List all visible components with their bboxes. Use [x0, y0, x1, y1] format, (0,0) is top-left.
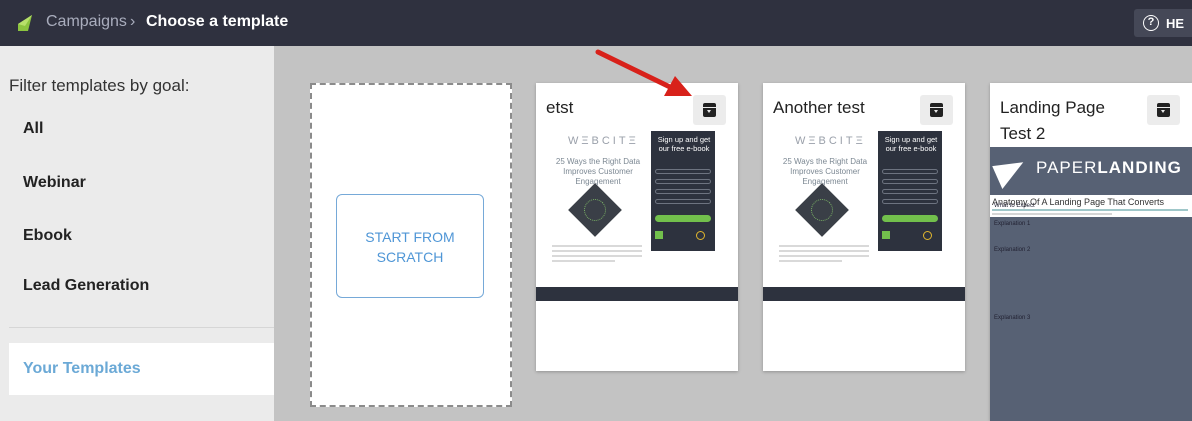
thumbnail-headline: 25 Ways the Right Data Improves Customer…	[782, 157, 868, 186]
archive-button[interactable]	[920, 95, 953, 125]
template-card-another-test[interactable]: Another test WΞBCITΞ 25 Ways the Right D…	[763, 83, 965, 371]
thumbnail-body: What to Expect Explanation 1 Explanation…	[990, 203, 1192, 421]
thumbnail-footer	[536, 287, 738, 301]
your-templates-label: Your Templates	[23, 360, 141, 377]
thumbnail-section-label: What to Expect	[994, 203, 1035, 209]
archive-button[interactable]	[1147, 95, 1180, 125]
archive-icon	[930, 103, 943, 117]
thumbnail-footer	[763, 287, 965, 301]
thumbnail-headline: 25 Ways the Right Data Improves Customer…	[555, 157, 641, 186]
thumbnail-banner: PAPERLANDING	[990, 147, 1192, 195]
thumbnail-rule	[992, 213, 1112, 215]
ebook-cover-image	[568, 183, 622, 237]
thumbnail-explanation-label: Explanation 3	[994, 315, 1031, 321]
ebook-cover-image	[795, 183, 849, 237]
signup-field	[882, 199, 938, 204]
signup-submit	[882, 215, 938, 222]
signup-field	[655, 199, 711, 204]
filter-title: Filter templates by goal:	[9, 76, 190, 95]
signup-field	[655, 189, 711, 194]
start-from-scratch-button[interactable]: START FROM SCRATCH	[336, 194, 484, 298]
signup-field	[882, 169, 938, 174]
signup-field	[655, 169, 711, 174]
thumbnail-explanation-label: Explanation 1	[994, 221, 1031, 227]
thumbnail-explanation-label: Explanation 2	[994, 247, 1031, 253]
goal-filter-lead-generation[interactable]: Lead Generation	[23, 277, 149, 295]
paper-plane-icon	[992, 153, 1030, 190]
signup-field	[882, 189, 938, 194]
archive-icon	[703, 103, 716, 117]
page-title: Choose a template	[146, 13, 289, 30]
signup-footer	[882, 231, 938, 240]
sidebar-divider	[9, 327, 274, 328]
archive-icon	[1157, 103, 1170, 117]
thumbnail-logo: WΞBCITΞ	[568, 135, 639, 147]
thumbnail-logo: WΞBCITΞ	[795, 135, 866, 147]
signup-field	[655, 179, 711, 184]
goal-filter-sidebar: Filter templates by goal: All Webinar Eb…	[0, 46, 274, 421]
help-label: HE	[1166, 16, 1185, 31]
breadcrumb-campaigns-link[interactable]: Campaigns	[46, 13, 127, 31]
question-circle-icon: ?	[1143, 15, 1159, 31]
leaf-logo-icon	[18, 15, 32, 31]
signup-footer	[655, 231, 711, 240]
top-bar: Campaigns › Choose a template ? HE	[0, 0, 1192, 46]
archive-button[interactable]	[693, 95, 726, 125]
banner-logo-text: PAPERLANDING	[1036, 158, 1182, 178]
thumbnail-rule	[992, 209, 1188, 211]
template-title: etst	[546, 98, 574, 117]
thumbnail-signup-form: Sign up and get our free e-book	[878, 131, 942, 251]
banner-logo-light: PAPER	[1036, 158, 1098, 177]
template-thumbnail: WΞBCITΞ 25 Ways the Right Data Improves …	[763, 131, 965, 351]
goal-filter-ebook[interactable]: Ebook	[23, 227, 72, 245]
template-card-etst[interactable]: etst WΞBCITΞ 25 Ways the Right Data Impr…	[536, 83, 738, 371]
signup-title: Sign up and get our free e-book	[884, 135, 938, 153]
template-card-landing-page-test-2[interactable]: Landing Page Test 2 PAPERLANDING Anatomy…	[990, 83, 1192, 421]
start-from-scratch-card: START FROM SCRATCH	[310, 83, 512, 407]
breadcrumb-separator: ›	[130, 13, 136, 30]
template-title: Landing Page Test 2	[1000, 98, 1105, 143]
signup-title: Sign up and get our free e-book	[657, 135, 711, 153]
signup-submit	[655, 215, 711, 222]
help-button[interactable]: ? HE	[1134, 9, 1192, 37]
template-thumbnail: WΞBCITΞ 25 Ways the Right Data Improves …	[536, 131, 738, 351]
goal-filter-webinar[interactable]: Webinar	[23, 174, 86, 192]
template-grid: START FROM SCRATCH etst WΞBCITΞ 25 Ways …	[274, 46, 1192, 421]
thumbnail-body-text	[779, 245, 869, 265]
thumbnail-signup-form: Sign up and get our free e-book	[651, 131, 715, 251]
signup-field	[882, 179, 938, 184]
template-title: Another test	[773, 98, 865, 117]
banner-logo-bold: LANDING	[1097, 158, 1182, 177]
thumbnail-body-text	[552, 245, 642, 265]
your-templates-tab[interactable]: Your Templates	[9, 343, 274, 395]
goal-filter-all[interactable]: All	[23, 120, 43, 138]
